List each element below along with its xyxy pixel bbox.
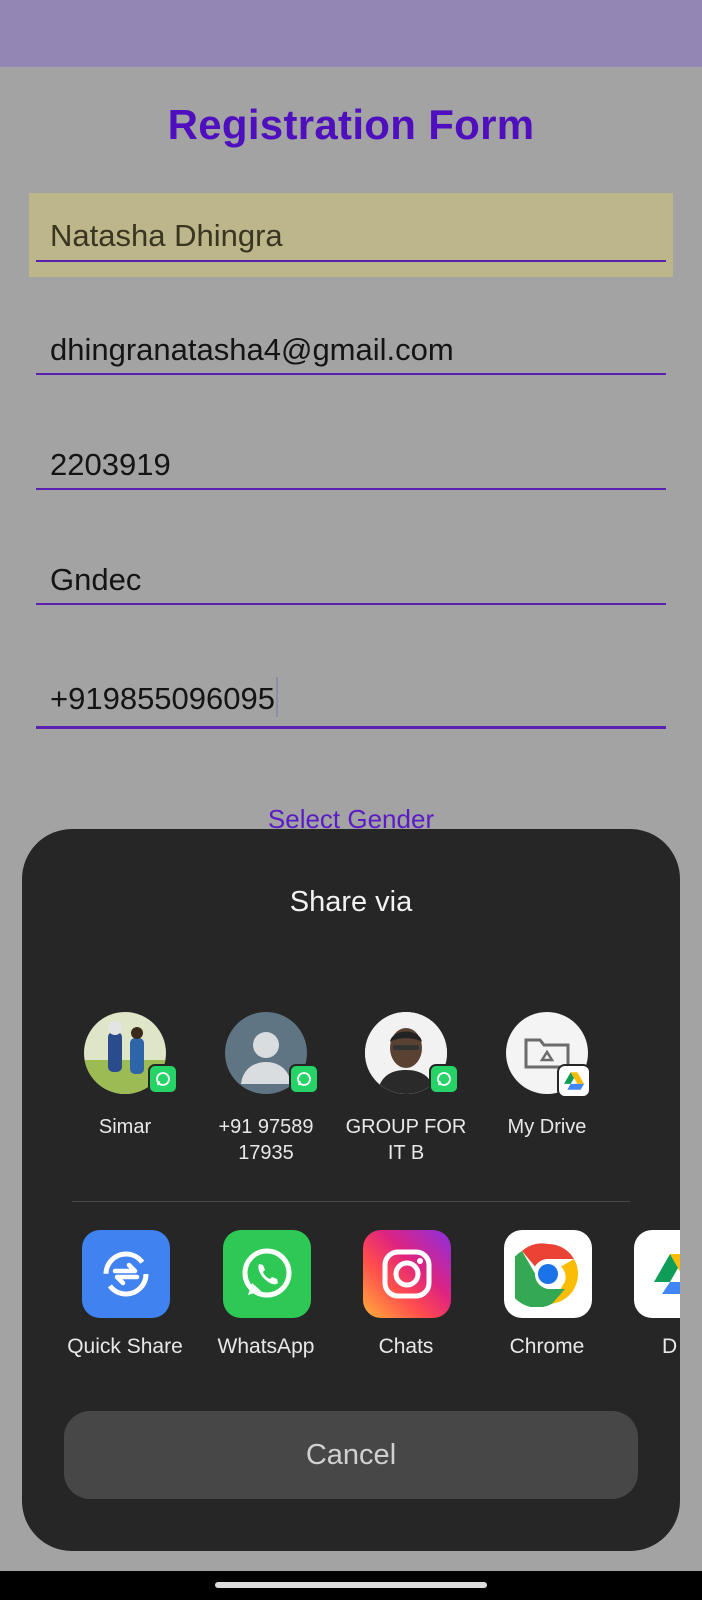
- app-chrome[interactable]: Chrome: [477, 1230, 617, 1370]
- name-field[interactable]: Natasha Dhingra: [29, 193, 673, 277]
- app-label: Chats: [378, 1335, 434, 1358]
- app-label: Quick Share: [67, 1335, 183, 1358]
- name-field-underline: [36, 260, 666, 262]
- college-field[interactable]: Gndec: [36, 560, 666, 608]
- direct-share-label: +91 97589 17935: [218, 1116, 314, 1164]
- college-field-value: Gndec: [50, 562, 142, 597]
- drive-icon: [634, 1230, 680, 1318]
- email-field-underline: [36, 373, 666, 375]
- cancel-button[interactable]: Cancel: [64, 1411, 638, 1499]
- phone-field-value-wrap: +919855096095: [50, 677, 278, 717]
- direct-share-my-drive[interactable]: My Drive: [477, 1012, 617, 1162]
- share-divider: [72, 1201, 630, 1202]
- app-bar: [0, 0, 702, 67]
- direct-share-group[interactable]: GROUP FOR IT B: [336, 1012, 476, 1164]
- navigation-bar: [0, 1571, 702, 1600]
- drive-badge-icon: [557, 1064, 591, 1098]
- app-label: WhatsApp: [217, 1335, 315, 1358]
- app-label: D: [662, 1335, 678, 1358]
- roll-number-field-underline: [36, 488, 666, 490]
- phone-field-underline: [36, 726, 666, 729]
- chrome-icon: [504, 1230, 592, 1318]
- whatsapp-badge-icon: [429, 1064, 459, 1094]
- email-field[interactable]: dhingranatasha4@gmail.com: [36, 330, 666, 378]
- direct-share-simar[interactable]: Simar: [55, 1012, 195, 1162]
- text-cursor: [276, 677, 278, 717]
- share-sheet: Share via Simar +91 97589 17935 GROUP FO…: [22, 829, 680, 1551]
- college-field-underline: [36, 603, 666, 605]
- quick-share-icon: [82, 1230, 170, 1318]
- app-drive-partial[interactable]: D: [618, 1230, 680, 1370]
- whatsapp-icon: [223, 1230, 311, 1318]
- name-field-value: Natasha Dhingra: [50, 218, 283, 253]
- direct-share-label: Simar: [98, 1116, 152, 1138]
- instagram-icon: [363, 1230, 451, 1318]
- phone-field-value: +919855096095: [50, 681, 275, 716]
- app-instagram[interactable]: Chats: [336, 1230, 476, 1370]
- email-field-value: dhingranatasha4@gmail.com: [50, 332, 454, 367]
- app-whatsapp[interactable]: WhatsApp: [196, 1230, 336, 1370]
- direct-share-label: My Drive: [507, 1116, 587, 1138]
- phone-field[interactable]: +919855096095: [36, 675, 666, 729]
- home-gesture-handle[interactable]: [215, 1582, 487, 1588]
- app-label: Chrome: [509, 1335, 585, 1358]
- roll-number-field-value: 2203919: [50, 447, 171, 482]
- roll-number-field[interactable]: 2203919: [36, 445, 666, 493]
- direct-share-contact[interactable]: +91 97589 17935: [196, 1012, 336, 1164]
- direct-share-label: GROUP FOR IT B: [345, 1116, 467, 1164]
- page-title: Registration Form: [167, 101, 535, 148]
- whatsapp-badge-icon: [148, 1064, 178, 1094]
- whatsapp-badge-icon: [289, 1064, 319, 1094]
- app-quick-share[interactable]: Quick Share: [55, 1230, 195, 1370]
- share-sheet-title: Share via: [289, 886, 413, 918]
